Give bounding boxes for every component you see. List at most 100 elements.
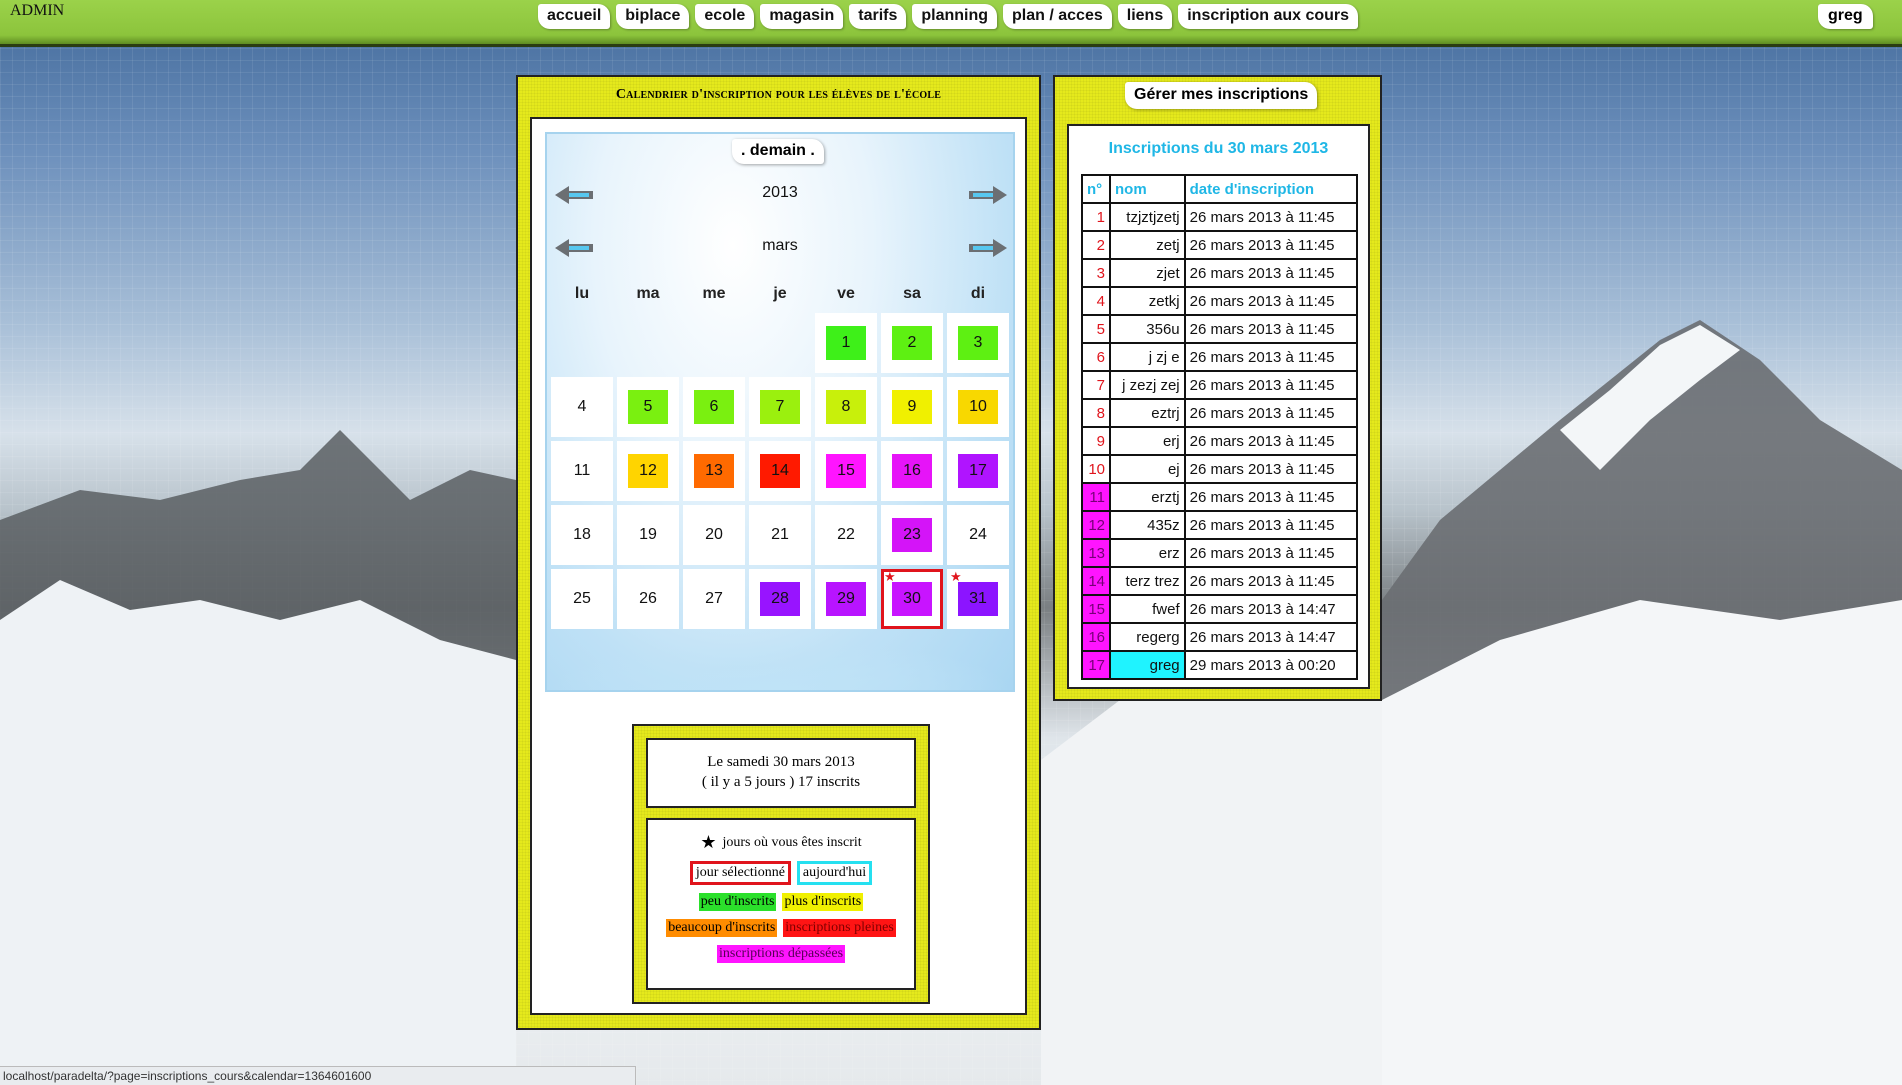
weekday-header: je (773, 285, 787, 302)
calendar-day-5[interactable]: 5 (617, 377, 679, 437)
calendar-day-19[interactable]: 19 (617, 505, 679, 565)
row-date: 26 mars 2013 à 11:45 (1183, 230, 1359, 260)
calendar-day-30[interactable]: ★ 30 (881, 569, 943, 629)
table-row: 11 erztj 26 mars 2013 à 11:45 (1081, 482, 1359, 512)
calendar-day-17[interactable]: 17 (947, 441, 1009, 501)
nav-tab-liens[interactable]: liens (1117, 4, 1173, 29)
row-number: 5 (1081, 314, 1111, 344)
nav-tab-inscription-cours[interactable]: inscription aux cours (1178, 4, 1359, 29)
calendar-day-7[interactable]: 7 (749, 377, 811, 437)
table-row: 3 zjet 26 mars 2013 à 11:45 (1081, 258, 1359, 288)
calendar-day-number: 26 (639, 590, 657, 607)
calendar-day-23[interactable]: 23 (881, 505, 943, 565)
year-label: 2013 (762, 184, 798, 201)
calendar-day-number: 25 (573, 590, 591, 607)
table-row: 16 regerg 26 mars 2013 à 14:47 (1081, 622, 1359, 652)
row-name: j zj e (1109, 342, 1186, 372)
nav-tab-ecole[interactable]: ecole (695, 4, 755, 29)
weekday-header: ma (636, 285, 660, 302)
calendar-day-12[interactable]: 12 (617, 441, 679, 501)
row-name: fwef (1109, 594, 1186, 624)
calendar-day-number: 3 (958, 326, 998, 360)
weekday-header: di (970, 285, 986, 302)
calendar-empty-cell (749, 313, 811, 373)
calendar-day-number: 17 (958, 454, 998, 488)
row-name: erj (1109, 426, 1186, 456)
row-name: zetkj (1109, 286, 1186, 316)
calendar-day-1[interactable]: 1 (815, 313, 877, 373)
user-menu-button[interactable]: greg (1818, 4, 1873, 29)
calendar-legend: ★ jours où vous êtes inscrit jour sélect… (646, 818, 916, 990)
calendar-day-4[interactable]: 4 (551, 377, 613, 437)
calendar-day-number: 24 (969, 526, 987, 543)
table-row: 1 tzjztjzetj 26 mars 2013 à 11:45 (1081, 202, 1359, 232)
nav-tab-tarifs[interactable]: tarifs (849, 4, 907, 29)
calendar-panel-title: Calendrier d'inscription pour les élèves… (615, 87, 942, 102)
next-year-arrow-icon[interactable] (967, 184, 1007, 206)
row-date: 26 mars 2013 à 11:45 (1183, 510, 1359, 540)
calendar-day-11[interactable]: 11 (551, 441, 613, 501)
calendar-day-3[interactable]: 3 (947, 313, 1009, 373)
calendar-day-number: 27 (705, 590, 723, 607)
calendar-day-9[interactable]: 9 (881, 377, 943, 437)
calendar-day-29[interactable]: 29 (815, 569, 877, 629)
row-number: 4 (1081, 286, 1111, 316)
calendar-day-number: 6 (694, 390, 734, 424)
table-row: 8 eztrj 26 mars 2013 à 11:45 (1081, 398, 1359, 428)
day-info-box: Le samedi 30 mars 2013 ( il y a 5 jours … (632, 724, 930, 1004)
calendar-day-21[interactable]: 21 (749, 505, 811, 565)
calendar-day-16[interactable]: 16 (881, 441, 943, 501)
legend-row-selection: jour sélectionné aujourd'hui (648, 861, 914, 885)
browser-status-bar: localhost/paradelta/?page=inscriptions_c… (0, 1066, 636, 1085)
nav-tab-plan-acces[interactable]: plan / acces (1003, 4, 1112, 29)
calendar-day-8[interactable]: 8 (815, 377, 877, 437)
nav-tab-biplace[interactable]: biplace (616, 4, 690, 29)
calendar-day-number: 15 (826, 454, 866, 488)
calendar-day-22[interactable]: 22 (815, 505, 877, 565)
row-name: eztrj (1109, 398, 1186, 428)
row-date: 26 mars 2013 à 11:45 (1183, 538, 1359, 568)
registered-star-icon: ★ (950, 569, 962, 584)
weekday-header: ve (837, 285, 855, 302)
table-row: 15 fwef 26 mars 2013 à 14:47 (1081, 594, 1359, 624)
row-number: 15 (1081, 594, 1111, 624)
calendar-day-number: 4 (577, 398, 587, 415)
calendar-day-6[interactable]: 6 (683, 377, 745, 437)
selected-day-summary: Le samedi 30 mars 2013 ( il y a 5 jours … (646, 738, 916, 808)
selected-day-date: Le samedi 30 mars 2013 (707, 754, 855, 770)
admin-link[interactable]: ADMIN (10, 2, 64, 20)
table-row: 10 ej 26 mars 2013 à 11:45 (1081, 454, 1359, 484)
calendar-day-18[interactable]: 18 (551, 505, 613, 565)
calendar-day-25[interactable]: 25 (551, 569, 613, 629)
calendar-day-28[interactable]: 28 (749, 569, 811, 629)
calendar-day-26[interactable]: 26 (617, 569, 679, 629)
manage-registrations-tab[interactable]: Gérer mes inscriptions (1125, 82, 1318, 109)
registrations-table-body: 1 tzjztjzetj 26 mars 2013 à 11:45 2 zetj 26 m… (1081, 202, 1359, 680)
calendar-day-13[interactable]: 13 (683, 441, 745, 501)
tomorrow-button[interactable]: . demain . (732, 139, 824, 164)
row-name: erz (1109, 538, 1186, 568)
calendar-day-31[interactable]: ★ 31 (947, 569, 1009, 629)
legend-selected: jour sélectionné (689, 861, 791, 885)
calendar-day-2[interactable]: 2 (881, 313, 943, 373)
legend-today: aujourd'hui (796, 861, 873, 885)
calendar-day-number: 5 (628, 390, 668, 424)
calendar-day-24[interactable]: 24 (947, 505, 1009, 565)
nav-tab-planning[interactable]: planning (912, 4, 998, 29)
row-name: tzjztjzetj (1109, 202, 1186, 232)
row-number: 7 (1081, 370, 1111, 400)
table-row: 7j zezj zej 26 mars 2013 à 11:45 (1081, 370, 1359, 400)
calendar-day-number: 19 (639, 526, 657, 543)
row-date: 26 mars 2013 à 11:45 (1183, 482, 1359, 512)
column-header-name: nom (1109, 174, 1186, 204)
calendar-day-27[interactable]: 27 (683, 569, 745, 629)
calendar-day-20[interactable]: 20 (683, 505, 745, 565)
calendar-day-number: 20 (705, 526, 723, 543)
next-month-arrow-icon[interactable] (967, 237, 1007, 259)
row-name: zetj (1109, 230, 1186, 260)
calendar-day-10[interactable]: 10 (947, 377, 1009, 437)
nav-tab-magasin[interactable]: magasin (760, 4, 844, 29)
calendar-day-14[interactable]: 14 (749, 441, 811, 501)
nav-tab-accueil[interactable]: accueil (538, 4, 611, 29)
calendar-day-15[interactable]: 15 (815, 441, 877, 501)
